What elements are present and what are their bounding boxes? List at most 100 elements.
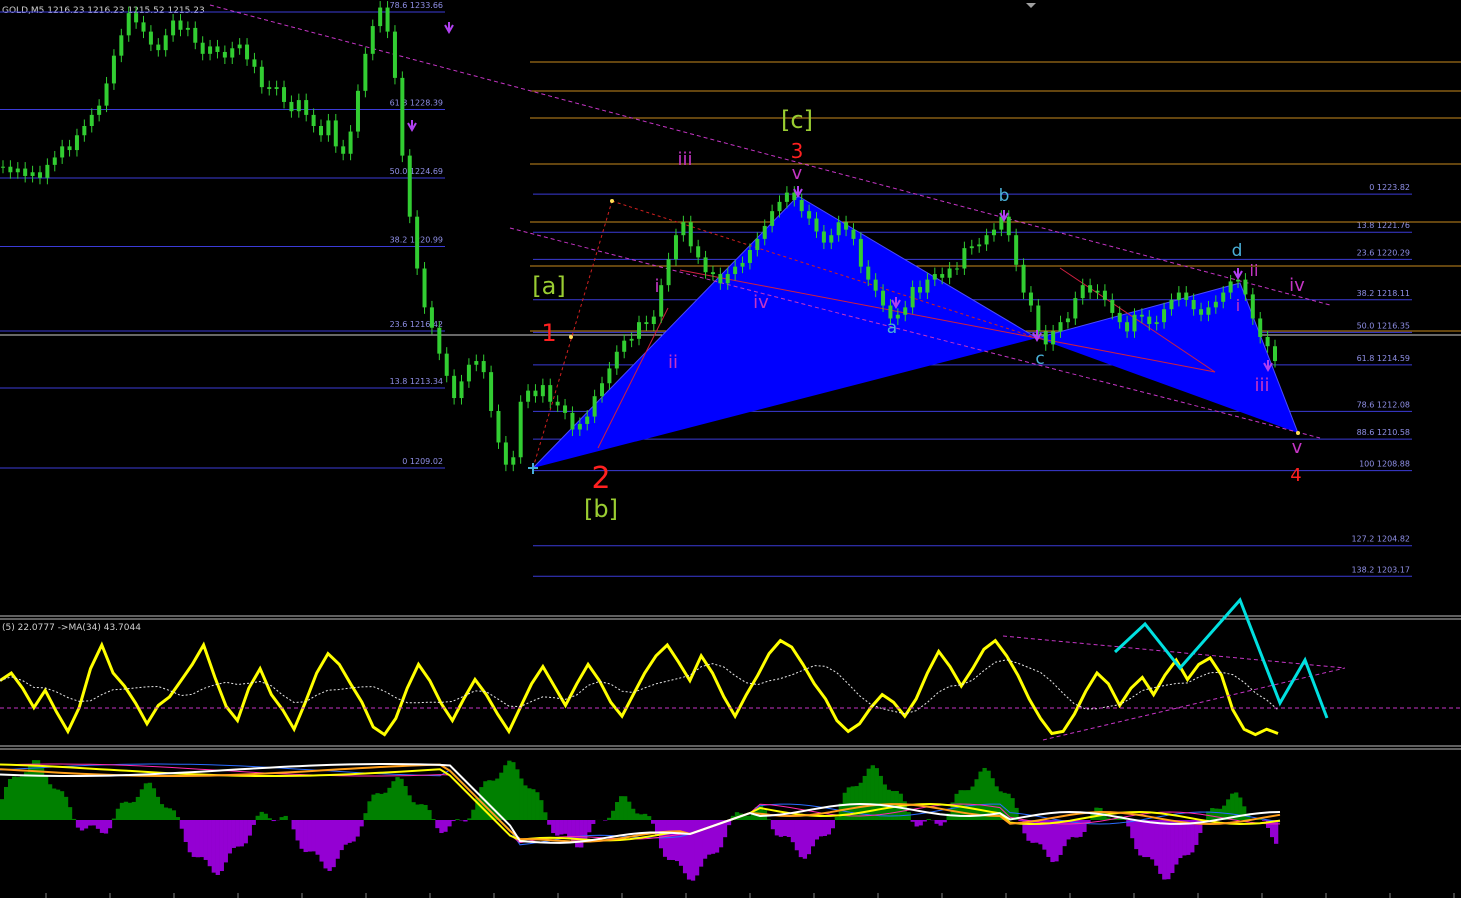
- histogram-bar-positive: [43, 775, 49, 820]
- candle-body: [755, 238, 760, 250]
- candle-body: [459, 381, 464, 399]
- candle-body: [659, 285, 664, 317]
- candle-body: [45, 164, 50, 178]
- candle-body: [1184, 292, 1189, 300]
- histogram-bar-positive: [607, 817, 612, 820]
- histogram-bar-positive: [131, 801, 137, 820]
- histogram-bar-negative: [1058, 820, 1063, 855]
- histogram-bar-negative: [1190, 820, 1195, 853]
- histogram-bar-positive: [455, 819, 460, 820]
- candle-body: [326, 120, 331, 136]
- candle-body: [770, 211, 775, 226]
- histogram-bar-negative: [239, 820, 244, 847]
- histogram-bar-negative: [555, 820, 560, 836]
- candle-body: [851, 229, 856, 239]
- histogram-bar-positive: [427, 810, 432, 820]
- histogram-bar-negative: [603, 820, 608, 821]
- candle-body: [910, 287, 915, 308]
- histogram-bar-positive: [167, 808, 173, 820]
- histogram-bar-negative: [443, 820, 448, 832]
- histogram-bar-negative: [686, 820, 692, 880]
- wave-label-a: a: [887, 318, 897, 338]
- candle-body: [1132, 314, 1137, 332]
- histogram-bar-positive: [23, 772, 29, 820]
- candle-body: [1228, 281, 1233, 293]
- candle-body: [540, 385, 545, 397]
- histogram-bar-positive: [391, 781, 396, 820]
- fib-right-label: 88.6 1210.58: [1357, 428, 1410, 437]
- histogram-bar-negative: [778, 820, 784, 837]
- candle-body: [341, 146, 346, 154]
- fib-left-label: 61.8 1228.39: [390, 99, 443, 108]
- candle-body: [104, 83, 109, 106]
- histogram-bar-negative: [79, 820, 85, 831]
- candle-body: [1125, 322, 1130, 332]
- histogram-bar-negative: [463, 820, 468, 822]
- fib-right-label: 13.8 1221.76: [1357, 221, 1410, 230]
- candle-body: [267, 87, 272, 89]
- histogram-bar-positive: [375, 793, 380, 820]
- candle-body: [1176, 292, 1181, 300]
- histogram-bar-positive: [874, 768, 879, 820]
- histogram-bar-negative: [575, 820, 580, 848]
- histogram-bar-negative: [319, 820, 324, 862]
- candle-body: [134, 13, 139, 23]
- histogram-bar-negative: [942, 820, 947, 823]
- histogram-bar-positive: [267, 818, 272, 820]
- histogram-bar-negative: [227, 820, 232, 854]
- histogram-bar-positive: [7, 779, 13, 820]
- histogram-bar-negative: [770, 820, 776, 830]
- candle-body: [481, 361, 486, 373]
- candle-body: [1147, 316, 1152, 325]
- candle-body: [1243, 279, 1248, 295]
- candle-body: [585, 416, 590, 424]
- wave-label-sub_i: i: [654, 276, 659, 297]
- histogram-bar-negative: [231, 820, 236, 848]
- histogram-bar-positive: [383, 792, 388, 820]
- candle-body: [570, 412, 575, 430]
- histogram-bar-negative: [1046, 820, 1051, 857]
- candle-body: [644, 322, 649, 325]
- fib-right-label: 0 1223.82: [1369, 183, 1410, 192]
- histogram-bar-positive: [646, 816, 652, 820]
- histogram-bar-negative: [814, 820, 820, 840]
- candle-body: [814, 218, 819, 232]
- histogram-bar-positive: [982, 767, 987, 820]
- wave-label-wa_bracket: [a]: [532, 272, 565, 300]
- histogram-bar-positive: [527, 788, 532, 820]
- histogram-bar-negative: [1050, 820, 1055, 863]
- candle-body: [111, 55, 116, 84]
- candle-body: [474, 361, 479, 365]
- histogram-bar-negative: [1166, 820, 1171, 880]
- histogram-bar-negative: [563, 820, 568, 834]
- histogram-bar-negative: [706, 820, 712, 855]
- histogram-bar-positive: [411, 802, 416, 820]
- histogram-bar-positive: [467, 818, 472, 820]
- candle-body: [437, 327, 442, 354]
- candle-body: [82, 126, 87, 136]
- histogram-bar-negative: [83, 820, 89, 829]
- candle-body: [533, 390, 538, 397]
- candle-body: [319, 126, 323, 136]
- fib-right-label: 38.2 1218.11: [1357, 289, 1410, 298]
- candle-body: [1, 166, 5, 168]
- histogram-bar-negative: [435, 820, 440, 829]
- candle-body: [762, 225, 767, 239]
- candle-body: [718, 274, 723, 284]
- candle-body: [1221, 292, 1226, 302]
- candle-body: [333, 120, 338, 147]
- histogram-bar-negative: [1186, 820, 1191, 855]
- price-chart: GOLD,M5 1216.23 1216.23 1215.52 1215.23 …: [0, 0, 1461, 898]
- candle-body: [733, 266, 738, 275]
- candle-body: [836, 222, 841, 236]
- histogram-bar-negative: [1150, 820, 1155, 860]
- histogram-bar-positive: [1210, 808, 1215, 820]
- histogram-bar-negative: [662, 820, 668, 857]
- histogram-bar-negative: [1130, 820, 1135, 839]
- histogram-bar-negative: [1262, 820, 1267, 821]
- candle-body: [230, 48, 235, 58]
- candle-body: [200, 42, 205, 54]
- candle-body: [784, 192, 789, 202]
- candle-body: [89, 114, 94, 126]
- candle-body: [1199, 309, 1204, 315]
